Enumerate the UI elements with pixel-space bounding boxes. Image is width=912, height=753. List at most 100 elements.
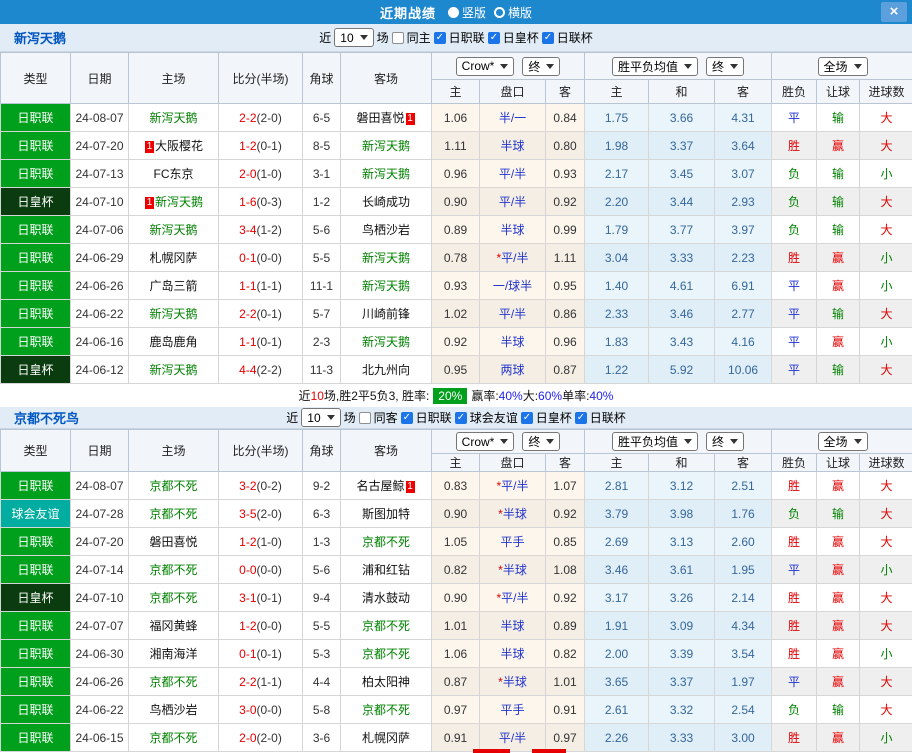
- league-checkbox[interactable]: [400, 411, 413, 424]
- wdl-result-cell: 胜: [771, 639, 818, 668]
- table-row: 日职联 24-07-20 磐田喜悦 1-2(1-0) 1-3 京都不死 1.05 平手 0.85…: [0, 527, 912, 556]
- home-team-cell: 新泻天鹅: [128, 103, 219, 132]
- table-row: 日职联 24-06-30 湘南海洋 0-1(0-1) 5-3 京都不死 1.06 半球 0.82…: [0, 639, 912, 668]
- match-type-cell: 日皇杯: [0, 583, 71, 612]
- sub-column-header: 盘口: [479, 79, 546, 104]
- fulltime-score: 2-2: [239, 110, 257, 125]
- red-card-badge: 1: [405, 481, 415, 493]
- home-team-name: 京都不死: [149, 507, 198, 521]
- date-cell: 24-07-06: [70, 215, 129, 244]
- sub-column-header: 客: [544, 79, 586, 104]
- layout-radio-selected[interactable]: [447, 6, 459, 18]
- wdl-result-cell: 负: [771, 159, 818, 188]
- date-cell: 24-07-14: [70, 555, 129, 584]
- mean-away-cell: 1.76: [714, 499, 773, 528]
- match-type-cell: 日职联: [0, 131, 71, 160]
- league-checkbox[interactable]: [487, 31, 500, 44]
- match-type-cell: 球会友谊: [0, 499, 71, 528]
- handicap-result-cell: 赢: [816, 555, 861, 584]
- section-header-band: 新泻天鹅 近 10 场 同主 日职联 日皇杯 日联杯: [0, 24, 912, 52]
- handicap-value: 平/半: [498, 167, 527, 181]
- away-odds-cell: 0.96: [544, 327, 586, 356]
- mean-away-cell: 3.54: [714, 639, 773, 668]
- same-venue-checkbox[interactable]: [358, 411, 371, 424]
- select-value: 终: [528, 59, 541, 74]
- wdl-result-cell: 平: [771, 667, 818, 696]
- score-cell: 1-6(0-3): [218, 187, 303, 216]
- away-team-cell: 新泻天鹅: [340, 271, 432, 300]
- table-row: 日皇杯 24-06-12 新泻天鹅 4-4(2-2) 11-3 北九州向 0.95 两球 0.8…: [0, 355, 912, 384]
- odds-time-select[interactable]: 终: [522, 432, 561, 451]
- close-button[interactable]: ×: [881, 2, 907, 22]
- league-checkbox[interactable]: [433, 31, 446, 44]
- league-checkbox[interactable]: [454, 411, 467, 424]
- red-card-badge: 1: [405, 113, 415, 125]
- mean-time-select[interactable]: 终: [706, 432, 745, 451]
- filter-suffix-label: 场: [376, 31, 389, 45]
- same-venue-checkbox[interactable]: [391, 31, 404, 44]
- home-team-name: 京都不死: [149, 563, 198, 577]
- match-count-select[interactable]: 10: [301, 408, 341, 427]
- away-team-name: 清水鼓动: [361, 591, 410, 605]
- away-odds-cell: 0.92: [544, 499, 586, 528]
- rate-badge-partial: [473, 749, 510, 753]
- odds-source-select[interactable]: Crow*: [455, 432, 515, 451]
- column-header: 日期: [70, 52, 129, 104]
- home-odds-cell: 0.90: [431, 187, 480, 216]
- handicap-cell: *平/半: [479, 243, 546, 272]
- sub-column-header: 胜负: [771, 79, 818, 104]
- date-cell: 24-06-15: [70, 723, 129, 752]
- mean-type-select[interactable]: 胜平负均值: [612, 432, 699, 451]
- mean-type-select[interactable]: 胜平负均值: [612, 56, 699, 76]
- column-header: 日期: [70, 429, 129, 472]
- away-team-cell: 柏太阳神: [340, 667, 432, 696]
- filter-suffix-label: 场: [343, 411, 356, 425]
- league-checkbox[interactable]: [520, 411, 533, 424]
- mean-home-cell: 2.61: [584, 695, 650, 724]
- date-cell: 24-08-07: [70, 471, 129, 500]
- mean-time-select[interactable]: 终: [706, 56, 745, 76]
- date-cell: 24-07-07: [70, 611, 129, 640]
- mean-away-cell: 6.91: [714, 271, 773, 300]
- mean-draw-cell: 5.92: [648, 355, 716, 384]
- away-team-name: 磐田喜悦: [356, 111, 405, 125]
- goals-result-cell: 小: [859, 639, 912, 668]
- goals-result-cell: 大: [859, 695, 912, 724]
- home-odds-cell: 1.06: [431, 639, 480, 668]
- league-checkbox[interactable]: [541, 31, 554, 44]
- score-cell: 2-2(0-1): [218, 299, 303, 328]
- odds-source-select[interactable]: Crow*: [455, 56, 515, 76]
- mean-draw-cell: 3.66: [648, 103, 716, 132]
- halftime-score: (0-1): [256, 590, 282, 605]
- mean-draw-cell: 4.61: [648, 271, 716, 300]
- summary-text: 40%: [498, 388, 523, 403]
- home-odds-cell: 0.97: [431, 695, 480, 724]
- home-odds-cell: 0.96: [431, 159, 480, 188]
- match-type-cell: 日职联: [0, 667, 71, 696]
- chevron-down-icon: [853, 439, 862, 444]
- handicap-value: 平手: [500, 535, 525, 549]
- away-odds-cell: 1.07: [544, 471, 586, 500]
- result-scope-select[interactable]: 全场: [817, 56, 868, 76]
- mean-draw-cell: 3.13: [648, 527, 716, 556]
- odds-time-select[interactable]: 终: [522, 56, 561, 76]
- home-team-cell: 磐田喜悦: [128, 527, 219, 556]
- layout-radio-unselected[interactable]: [494, 6, 505, 18]
- handicap-result-cell: 输: [816, 499, 861, 528]
- league-checkbox[interactable]: [574, 411, 587, 424]
- home-team-name: 京都不死: [149, 675, 198, 689]
- corner-cell: 5-3: [302, 639, 341, 668]
- halftime-score: (0-0): [256, 702, 282, 717]
- match-count-select[interactable]: 10: [334, 28, 374, 47]
- wdl-result-cell: 胜: [771, 723, 818, 752]
- result-scope-select[interactable]: 全场: [817, 432, 868, 451]
- mean-home-cell: 3.17: [584, 583, 650, 612]
- handicap-value: 半球: [500, 619, 525, 633]
- home-odds-cell: 0.92: [431, 327, 480, 356]
- table-row: 日职联 24-08-07 京都不死 3-2(0-2) 9-2 名古屋鲸 1 0.83 *平/半 1…: [0, 471, 912, 500]
- select-value: 胜平负均值: [618, 435, 679, 449]
- home-team-cell: 1 大阪樱花: [128, 131, 219, 160]
- summary-text: 60%: [538, 388, 563, 403]
- chevron-down-icon: [684, 439, 693, 444]
- home-team-cell: 新泻天鹅: [128, 299, 219, 328]
